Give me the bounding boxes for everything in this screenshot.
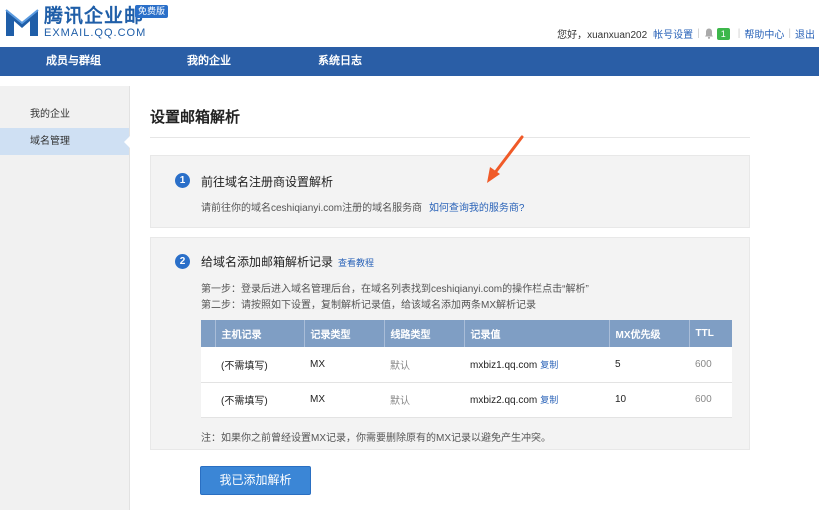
table-row: (不需填写) MX 默认 mxbiz1.qq.com 复制 5 600 [201, 347, 732, 383]
record-value-text: mxbiz2.qq.com [470, 395, 538, 406]
help-center-link[interactable]: 帮助中心 [744, 26, 784, 41]
logo[interactable]: 腾讯企业邮 EXMAIL.QQ.COM [4, 7, 146, 40]
copy-link[interactable]: 复制 [540, 395, 558, 405]
cell-line: 默认 [384, 382, 464, 418]
row-spacer [201, 382, 215, 418]
column-header-ttl: TTL [689, 320, 732, 347]
column-header-mx-priority: MX优先级 [609, 320, 690, 347]
column-header-record-type: 记录类型 [304, 320, 385, 347]
record-value-text: mxbiz1.qq.com [470, 359, 538, 371]
sidebar-item-my-enterprise[interactable]: 我的企业 [0, 101, 129, 128]
top-bar: 腾讯企业邮 EXMAIL.QQ.COM 免费版 您好，xuanxuan202 帐… [0, 0, 819, 47]
nav-item-system-logs[interactable]: 系统日志 [318, 47, 362, 76]
nav-item-members-groups[interactable]: 成员与群组 [46, 47, 101, 76]
logo-title: 腾讯企业邮 [44, 6, 145, 27]
cell-type: MX [304, 382, 384, 418]
copy-link[interactable]: 复制 [540, 360, 558, 370]
greeting-text: 您好，xuanxuan202 [557, 30, 648, 41]
step2-line1: 第一步：登录后进入域名管理后台，在域名列表找到ceshiqianyi.com的操… [201, 284, 589, 295]
step1-card: 1 前往域名注册商设置解析 请前往你的域名ceshiqianyi.com注册的域… [150, 155, 750, 228]
find-provider-link[interactable]: 如何查询我的服务商? [429, 203, 525, 214]
separator: | [697, 28, 700, 39]
logo-domain: EXMAIL.QQ.COM [44, 27, 147, 39]
logout-link[interactable]: 退出 [795, 26, 815, 41]
step1-description: 请前往你的域名ceshiqianyi.com注册的域名服务商 如何查询我的服务商… [201, 199, 525, 214]
confirm-added-button[interactable]: 我已添加解析 [200, 466, 311, 495]
cell-value: mxbiz1.qq.com 复制 [464, 347, 609, 383]
step1-number-badge: 1 [175, 173, 190, 188]
title-divider [150, 137, 750, 138]
separator: | [737, 28, 741, 39]
notification-count-badge[interactable]: 1 [716, 27, 730, 40]
step2-title-text: 给域名添加邮箱解析记录 [201, 255, 334, 269]
annotation-arrow-icon [487, 135, 524, 183]
cell-line: 默认 [384, 347, 464, 383]
separator: | [788, 28, 791, 39]
column-header-record-value: 记录值 [464, 320, 610, 347]
view-tutorial-link[interactable]: 查看教程 [338, 258, 374, 268]
edition-badge: 免费版 [135, 5, 169, 18]
account-settings-link[interactable]: 帐号设置 [653, 26, 693, 41]
logo-envelope-icon [5, 9, 39, 36]
sidebar-item-domain-management[interactable]: 域名管理 [0, 128, 130, 155]
step2-number-badge: 2 [175, 254, 190, 269]
user-bar: 您好，xuanxuan202 帐号设置 | 1 | 帮助中心 | 退出 [557, 26, 815, 41]
cell-value: mxbiz2.qq.com 复制 [464, 382, 609, 418]
cell-priority: 5 [609, 347, 689, 383]
cell-type: MX [304, 347, 384, 383]
cell-ttl: 600 [689, 382, 732, 418]
step2-card: 2 给域名添加邮箱解析记录 查看教程 第一步：登录后进入域名管理后台，在域名列表找… [150, 237, 750, 450]
step1-title: 前往域名注册商设置解析 [201, 175, 334, 189]
page-title: 设置邮箱解析 [150, 109, 241, 126]
conflict-note: 注：如果你之前曾经设置MX记录，你需要删除原有的MX记录以避免产生冲突。 [201, 433, 551, 444]
table-row: (不需填写) MX 默认 mxbiz2.qq.com 复制 10 600 [201, 382, 732, 418]
sidebar: 我的企业 域名管理 [0, 86, 130, 510]
row-spacer [201, 347, 215, 383]
column-header-host: 主机记录 [215, 320, 305, 347]
step2-title: 给域名添加邮箱解析记录 查看教程 [201, 253, 374, 270]
nav-item-my-enterprise[interactable]: 我的企业 [187, 47, 231, 76]
step2-line2: 第二步：请按照如下设置，复制解析记录值，给该域名添加两条MX解析记录 [201, 300, 536, 311]
step1-desc-text: 请前往你的域名ceshiqianyi.com注册的域名服务商 [201, 203, 423, 214]
table-header-spacer [201, 320, 216, 347]
cell-ttl: 600 [689, 347, 732, 383]
cell-host: (不需填写) [215, 382, 304, 418]
cell-priority: 10 [609, 382, 689, 418]
mx-records-table: 主机记录 记录类型 线路类型 记录值 MX优先级 TTL (不需填写) MX 默… [201, 320, 732, 418]
column-header-line-type: 线路类型 [384, 320, 465, 347]
main-nav: 成员与群组 我的企业 系统日志 [0, 47, 819, 76]
table-header-row: 主机记录 记录类型 线路类型 记录值 MX优先级 TTL [201, 320, 732, 347]
bell-icon[interactable] [704, 28, 714, 39]
cell-host: (不需填写) [215, 347, 304, 383]
